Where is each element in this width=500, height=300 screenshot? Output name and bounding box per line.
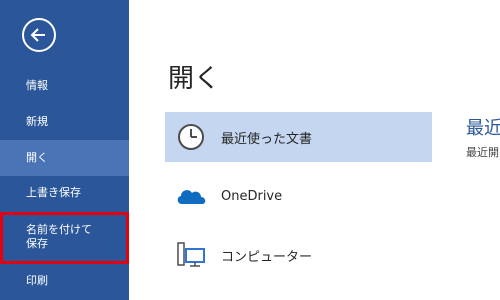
- place-recent-documents[interactable]: 最近使った文書: [165, 112, 432, 162]
- sidebar-item-open[interactable]: 開く: [0, 140, 129, 176]
- back-button[interactable]: [22, 18, 56, 52]
- place-computer[interactable]: コンピューター: [165, 230, 432, 280]
- place-label: コンピューター: [221, 249, 313, 265]
- recent-section-subtitle: 最近開: [466, 146, 499, 159]
- place-label: OneDrive: [221, 188, 283, 204]
- cloud-icon: [173, 178, 209, 214]
- back-arrow-icon: [30, 28, 45, 42]
- place-label: 最近使った文書: [221, 131, 313, 147]
- backstage-sidebar: 情報 新規 開く 上書き保存 名前を付けて 保存 印刷: [0, 0, 129, 300]
- page-title: 開く: [168, 64, 221, 94]
- sidebar-item-save-as[interactable]: 名前を付けて 保存: [0, 212, 129, 264]
- sidebar-item-info[interactable]: 情報: [0, 79, 129, 97]
- sidebar-item-save[interactable]: 上書き保存: [0, 186, 129, 204]
- clock-icon: [173, 119, 209, 155]
- sidebar-item-new[interactable]: 新規: [0, 115, 129, 133]
- recent-section-title: 最近: [466, 118, 500, 139]
- computer-icon: [173, 237, 209, 273]
- sidebar-item-print[interactable]: 印刷: [0, 274, 129, 292]
- sidebar-item-open-label: 開く: [26, 151, 48, 164]
- place-onedrive[interactable]: OneDrive: [165, 171, 432, 221]
- sidebar-item-save-as-label: 名前を付けて 保存: [26, 223, 92, 250]
